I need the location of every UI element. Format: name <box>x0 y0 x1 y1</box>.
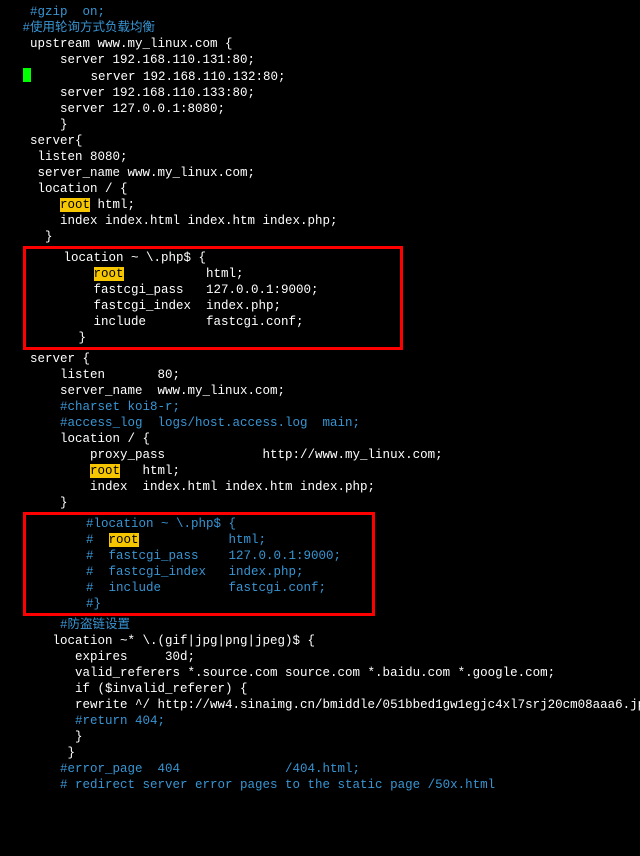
redbox-1: location ~ \.php$ { root html; fastcgi_p… <box>23 246 403 350</box>
line-anti-leech: #防盗链设置 <box>0 617 640 633</box>
line-server3: server 192.168.110.133:80; <box>0 85 640 101</box>
code-block: #gzip on; #使用轮询方式负载均衡 upstream www.my_li… <box>0 4 640 793</box>
line-proxypass: proxy_pass http://www.my_linux.com; <box>0 447 640 463</box>
b1-idx: fastcgi_index index.php; <box>26 298 400 314</box>
line-comment-cn: #使用轮询方式负载均衡 <box>0 20 640 36</box>
highlight-root: root <box>90 464 120 478</box>
b1-close: } <box>26 330 400 346</box>
line-brace4: } <box>0 729 640 745</box>
line-rewrite: rewrite ^/ http://ww4.sinaimg.cn/bmiddle… <box>0 697 640 713</box>
line-index2: index index.html index.htm index.php; <box>0 479 640 495</box>
b2-close: #} <box>26 596 372 612</box>
line-brace: } <box>0 117 640 133</box>
line-if: if ($invalid_referer) { <box>0 681 640 697</box>
highlight-root: root <box>109 533 139 547</box>
line-brace5: } <box>0 745 640 761</box>
line-location-root: location / { <box>0 181 640 197</box>
line-index: index index.html index.htm index.php; <box>0 213 640 229</box>
b2-idx: # fastcgi_index index.php; <box>26 564 372 580</box>
line-server4: server 127.0.0.1:8080; <box>0 101 640 117</box>
line-server-open: server { <box>0 351 640 367</box>
highlight-root: root <box>94 267 124 281</box>
line-loc-img: location ~* \.(gif|jpg|png|jpeg)$ { <box>0 633 640 649</box>
b2-pass: # fastcgi_pass 127.0.0.1:9000; <box>26 548 372 564</box>
line-accesslog: #access_log logs/host.access.log main; <box>0 415 640 431</box>
line-sv-open: server{ <box>0 133 640 149</box>
line-upstream: upstream www.my_linux.com { <box>0 36 640 52</box>
line-location2: location / { <box>0 431 640 447</box>
line-root2: root html; <box>0 463 640 479</box>
b2-loc: #location ~ \.php$ { <box>26 516 372 532</box>
line-gzip: #gzip on; <box>0 4 640 20</box>
b1-loc: location ~ \.php$ { <box>26 250 400 266</box>
redbox-2: #location ~ \.php$ { # root html; # fast… <box>23 512 375 616</box>
b1-root: root html; <box>26 266 400 282</box>
line-listen80: listen 80; <box>0 367 640 383</box>
line-listen8080: listen 8080; <box>0 149 640 165</box>
line-brace3: } <box>0 495 640 511</box>
cursor-icon <box>23 68 31 82</box>
line-valid-ref: valid_referers *.source.com source.com *… <box>0 665 640 681</box>
line-root-html: root html; <box>0 197 640 213</box>
highlight-root: root <box>60 198 90 212</box>
line-return404: #return 404; <box>0 713 640 729</box>
b1-pass: fastcgi_pass 127.0.0.1:9000; <box>26 282 400 298</box>
line-servername2: server_name www.my_linux.com; <box>0 383 640 399</box>
line-server2: server 192.168.110.132:80; <box>0 68 640 85</box>
line-server1: server 192.168.110.131:80; <box>0 52 640 68</box>
line-expires: expires 30d; <box>0 649 640 665</box>
line-redirect: # redirect server error pages to the sta… <box>0 777 640 793</box>
line-errorpage: #error_page 404 /404.html; <box>0 761 640 777</box>
b2-root: # root html; <box>26 532 372 548</box>
b1-inc: include fastcgi.conf; <box>26 314 400 330</box>
b2-inc: # include fastcgi.conf; <box>26 580 372 596</box>
line-brace2: } <box>0 229 640 245</box>
line-servername: server_name www.my_linux.com; <box>0 165 640 181</box>
line-charset: #charset koi8-r; <box>0 399 640 415</box>
